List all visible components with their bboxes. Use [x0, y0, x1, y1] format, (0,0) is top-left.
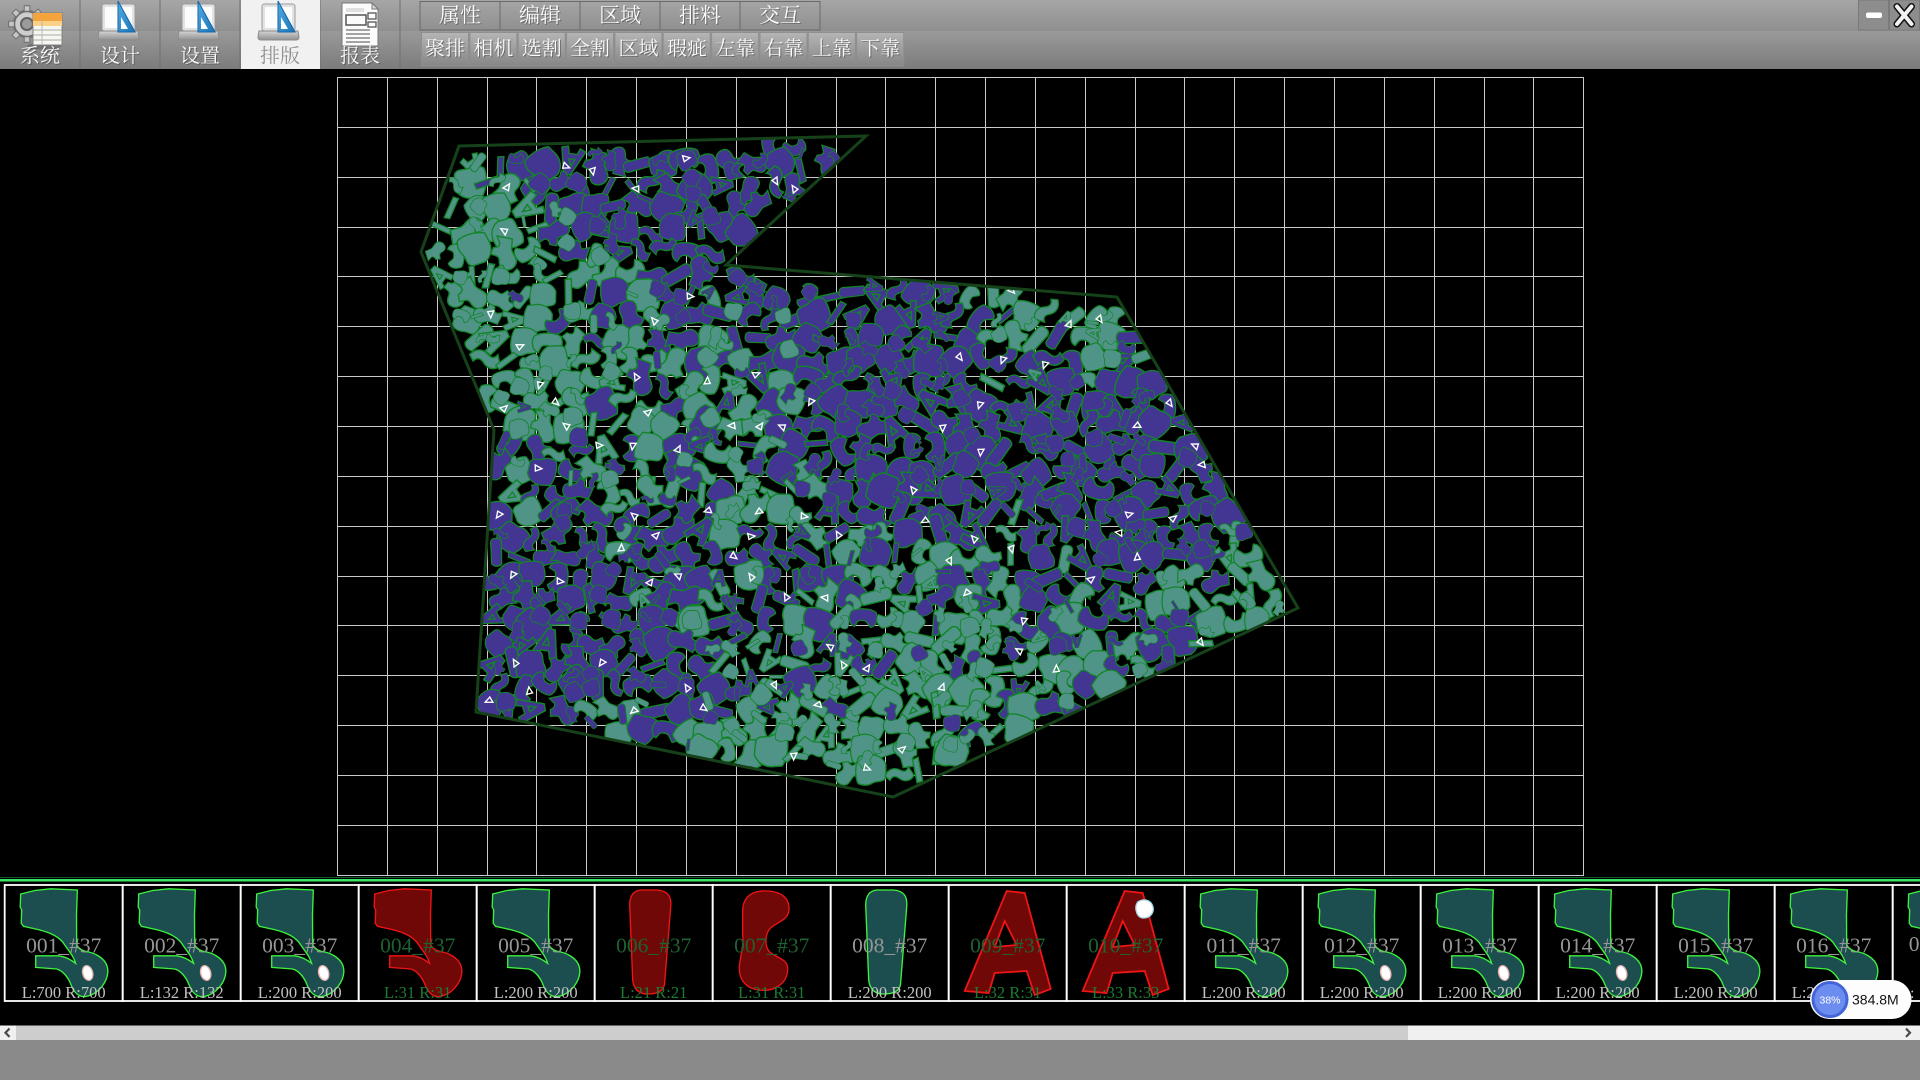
svg-text:003_#37: 003_#37	[262, 934, 338, 958]
svg-text:004_#37: 004_#37	[380, 934, 456, 958]
svg-text:L:200 R:200: L:200 R:200	[1438, 983, 1522, 1002]
svg-text:L:31 R:31: L:31 R:31	[738, 983, 805, 1002]
svg-text:009_#37: 009_#37	[970, 934, 1045, 958]
svg-text:L:21 R:21: L:21 R:21	[620, 983, 687, 1002]
svg-text:015_#37: 015_#37	[1678, 934, 1754, 958]
svg-text:L:200 R:200: L:200 R:200	[494, 983, 578, 1002]
svg-text:016_#37: 016_#37	[1796, 934, 1872, 958]
svg-text:006_#37: 006_#37	[616, 934, 692, 958]
svg-text:001_#37: 001_#37	[26, 934, 102, 958]
svg-text:010_#37: 010_#37	[1088, 934, 1164, 958]
svg-text:38%: 38%	[1819, 995, 1840, 1007]
svg-text:L:31 R:31: L:31 R:31	[384, 983, 451, 1002]
svg-text:L:32 R:31: L:32 R:31	[974, 983, 1041, 1002]
svg-text:007_#37: 007_#37	[734, 934, 810, 958]
svg-text:005_#37: 005_#37	[498, 934, 574, 958]
svg-text:L:132 R:132: L:132 R:132	[140, 983, 224, 1002]
svg-text:L:33 R:33: L:33 R:33	[1092, 983, 1159, 1002]
svg-text:014_#37: 014_#37	[1560, 934, 1636, 958]
svg-text:L:700 R:700: L:700 R:700	[22, 983, 106, 1002]
svg-text:002_#37: 002_#37	[144, 934, 220, 958]
svg-text:384.8M: 384.8M	[1852, 992, 1899, 1008]
svg-text:008_#37: 008_#37	[852, 934, 928, 958]
svg-text:L:200 R:200: L:200 R:200	[848, 983, 932, 1002]
svg-text:0: 0	[1909, 932, 1920, 956]
svg-text:L:200 R:200: L:200 R:200	[1202, 983, 1286, 1002]
svg-text:L:200 R:200: L:200 R:200	[1320, 983, 1404, 1002]
svg-text:L:200 R:200: L:200 R:200	[1674, 983, 1758, 1002]
svg-text:L:200 R:200: L:200 R:200	[258, 983, 342, 1002]
svg-text:L:200 R:200: L:200 R:200	[1556, 983, 1640, 1002]
svg-text:011_#37: 011_#37	[1206, 934, 1281, 958]
svg-text:013_#37: 013_#37	[1442, 934, 1518, 958]
svg-text:012_#37: 012_#37	[1324, 934, 1400, 958]
